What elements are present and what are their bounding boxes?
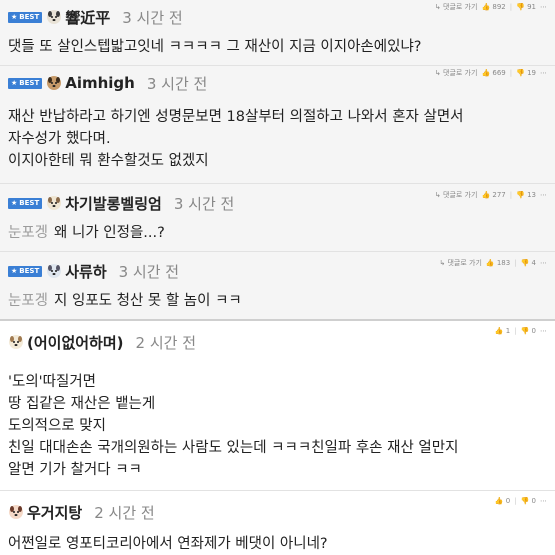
dog-avatar-icon[interactable] bbox=[46, 263, 62, 279]
comment-body: 눈포겡 왜 니가 인정을...? bbox=[8, 225, 165, 241]
divider: | bbox=[509, 3, 513, 11]
reply-arrow-icon: ↳ bbox=[439, 259, 446, 267]
comment-header: (어이없어하며) 2 시간 전 👍 1 | 👎 0 ⋯ bbox=[8, 321, 547, 355]
nickname[interactable]: 차기발롱벨링엄 bbox=[65, 193, 162, 214]
timestamp: 3 시간 전 bbox=[146, 74, 208, 93]
comment-header: ★ BEST 響近平 3 시간 전 ↳ 댓글로 가기 👍 892 | 👎 91 ⋯ bbox=[8, 0, 547, 30]
comment-body: 재산 반납하라고 하기엔 성명문보면 18살부터 의절하고 나와서 혼자 살면서… bbox=[8, 109, 464, 169]
more-icon[interactable]: ⋯ bbox=[540, 191, 547, 199]
best-badge: ★ BEST bbox=[8, 197, 43, 209]
divider: | bbox=[514, 497, 517, 505]
comment-body: 눈포겡 지 잉포도 청산 못 할 놈이 ㅋㅋ bbox=[8, 293, 242, 309]
comment-body: '도의'따질거면 땅 집같은 재산은 뱉는게 도의적으로 맞지 친일 대대손손 … bbox=[8, 374, 459, 478]
comment-header: 우거지탕 2 시간 전 👍 0 | 👎 0 ⋯ bbox=[8, 491, 547, 525]
thumbs-up-icon: 👍 bbox=[481, 191, 491, 199]
best-badge: ★ BEST bbox=[8, 265, 43, 277]
star-icon: ★ bbox=[11, 13, 18, 21]
comment: 우거지탕 2 시간 전 👍 0 | 👎 0 ⋯ 어쩐일로 영포티코리아에서 연좌… bbox=[0, 491, 555, 554]
like-button[interactable]: 👍 0 bbox=[495, 497, 510, 505]
thumbs-down-icon: 👎 bbox=[516, 69, 525, 77]
comment-header: ★ BEST 사류하 3 시간 전 ↳ 댓글로 가기 👍 183 | 👎 4 ⋯ bbox=[8, 252, 547, 284]
comment-actions: 👍 1 | 👎 0 ⋯ bbox=[495, 327, 547, 335]
thumbs-down-icon: 👎 bbox=[520, 327, 530, 335]
comment: ★ BEST 차기발롱벨링엄 3 시간 전 ↳ 댓글로 가기 👍 277 | 👎 … bbox=[0, 184, 555, 252]
thumbs-up-icon: 👍 bbox=[481, 3, 491, 11]
like-button[interactable]: 👍 892 bbox=[481, 3, 505, 11]
comment-header: ★ BEST Aimhigh 3 시간 전 ↳ 댓글로 가기 👍 669 | 👎 … bbox=[8, 66, 547, 96]
comment-actions: ↳ 댓글로 가기 👍 183 | 👎 4 ⋯ bbox=[439, 258, 547, 268]
timestamp: 3 시간 전 bbox=[173, 194, 235, 213]
like-button[interactable]: 👍 1 bbox=[495, 327, 510, 335]
reply-link[interactable]: ↳ 댓글로 가기 bbox=[435, 190, 478, 200]
star-icon: ★ bbox=[11, 199, 18, 207]
comment-header: ★ BEST 차기발롱벨링엄 3 시간 전 ↳ 댓글로 가기 👍 277 | 👎 … bbox=[8, 184, 547, 216]
dislike-button[interactable]: 👎 0 bbox=[521, 497, 536, 505]
comment: ★ BEST 響近平 3 시간 전 ↳ 댓글로 가기 👍 892 | 👎 91 ⋯… bbox=[0, 0, 555, 66]
comment-actions: ↳ 댓글로 가기 👍 277 | 👎 13 ⋯ bbox=[435, 190, 547, 200]
reply-arrow-icon: ↳ bbox=[434, 3, 441, 11]
reply-arrow-icon: ↳ bbox=[434, 69, 441, 77]
comment-body: 댓들 또 살인스텝밟고잇네 ㅋㅋㅋㅋ 그 재산이 지금 이지아손에있냐? bbox=[8, 39, 422, 55]
nickname[interactable]: Aimhigh bbox=[65, 74, 135, 92]
more-icon[interactable]: ⋯ bbox=[540, 327, 547, 335]
divider: | bbox=[509, 191, 513, 199]
dislike-button[interactable]: 👎 91 bbox=[516, 3, 536, 11]
reply-link[interactable]: ↳ 댓글로 가기 bbox=[439, 258, 482, 268]
nickname[interactable]: (어이없어하며) bbox=[27, 332, 124, 353]
more-icon[interactable]: ⋯ bbox=[540, 259, 547, 267]
hidden-comment-tag: 눈포겡 bbox=[8, 225, 49, 241]
divider: | bbox=[509, 69, 513, 77]
nickname[interactable]: 우거지탕 bbox=[27, 502, 82, 523]
more-icon[interactable]: ⋯ bbox=[540, 69, 547, 77]
dislike-button[interactable]: 👎 19 bbox=[516, 69, 536, 77]
dog-avatar-icon[interactable] bbox=[46, 75, 62, 91]
dog-avatar-icon[interactable] bbox=[8, 334, 24, 350]
divider: | bbox=[514, 327, 517, 335]
comment: ★ BEST Aimhigh 3 시간 전 ↳ 댓글로 가기 👍 669 | 👎 … bbox=[0, 66, 555, 184]
divider: | bbox=[514, 259, 517, 267]
timestamp: 2 시간 전 bbox=[135, 333, 196, 352]
reply-link[interactable]: ↳ 댓글로 가기 bbox=[435, 68, 478, 78]
like-button[interactable]: 👍 183 bbox=[486, 259, 510, 267]
more-icon[interactable]: ⋯ bbox=[540, 497, 547, 505]
like-button[interactable]: 👍 669 bbox=[481, 69, 505, 77]
dog-avatar-icon[interactable] bbox=[8, 504, 24, 520]
star-icon: ★ bbox=[11, 79, 18, 87]
timestamp: 3 시간 전 bbox=[122, 8, 183, 27]
dislike-button[interactable]: 👎 13 bbox=[516, 191, 536, 199]
thumbs-up-icon: 👍 bbox=[481, 69, 491, 77]
star-icon: ★ bbox=[11, 267, 18, 275]
nickname[interactable]: 사류하 bbox=[65, 261, 106, 282]
best-badge: ★ BEST bbox=[8, 77, 43, 89]
nickname[interactable]: 響近平 bbox=[65, 7, 110, 28]
reply-link[interactable]: ↳ 댓글로 가기 bbox=[435, 2, 478, 12]
more-icon[interactable]: ⋯ bbox=[540, 3, 547, 11]
thumbs-down-icon: 👎 bbox=[520, 497, 530, 505]
comment-actions: 👍 0 | 👎 0 ⋯ bbox=[495, 497, 547, 505]
hidden-comment-tag: 눈포겡 bbox=[8, 293, 49, 309]
comment-body: 어쩐일로 영포티코리아에서 연좌제가 베댓이 아니네? bbox=[8, 536, 328, 552]
comment: (어이없어하며) 2 시간 전 👍 1 | 👎 0 ⋯ '도의'따질거면 땅 집… bbox=[0, 321, 555, 491]
dislike-button[interactable]: 👎 0 bbox=[521, 327, 536, 335]
comment: ★ BEST 사류하 3 시간 전 ↳ 댓글로 가기 👍 183 | 👎 4 ⋯ … bbox=[0, 252, 555, 321]
dislike-button[interactable]: 👎 4 bbox=[521, 259, 536, 267]
comment-actions: ↳ 댓글로 가기 👍 669 | 👎 19 ⋯ bbox=[435, 68, 547, 78]
dog-avatar-icon[interactable] bbox=[46, 195, 62, 211]
timestamp: 3 시간 전 bbox=[118, 262, 180, 281]
thumbs-down-icon: 👎 bbox=[516, 3, 525, 11]
thumbs-up-icon: 👍 bbox=[485, 259, 495, 267]
thumbs-down-icon: 👎 bbox=[516, 191, 525, 199]
timestamp: 2 시간 전 bbox=[94, 503, 155, 522]
thumbs-up-icon: 👍 bbox=[494, 327, 504, 335]
dog-avatar-icon[interactable] bbox=[46, 9, 62, 25]
thumbs-up-icon: 👍 bbox=[494, 497, 504, 505]
reply-arrow-icon: ↳ bbox=[434, 191, 441, 199]
comment-actions: ↳ 댓글로 가기 👍 892 | 👎 91 ⋯ bbox=[435, 2, 547, 12]
like-button[interactable]: 👍 277 bbox=[481, 191, 505, 199]
thumbs-down-icon: 👎 bbox=[520, 259, 530, 267]
best-badge: ★ BEST bbox=[8, 11, 43, 23]
